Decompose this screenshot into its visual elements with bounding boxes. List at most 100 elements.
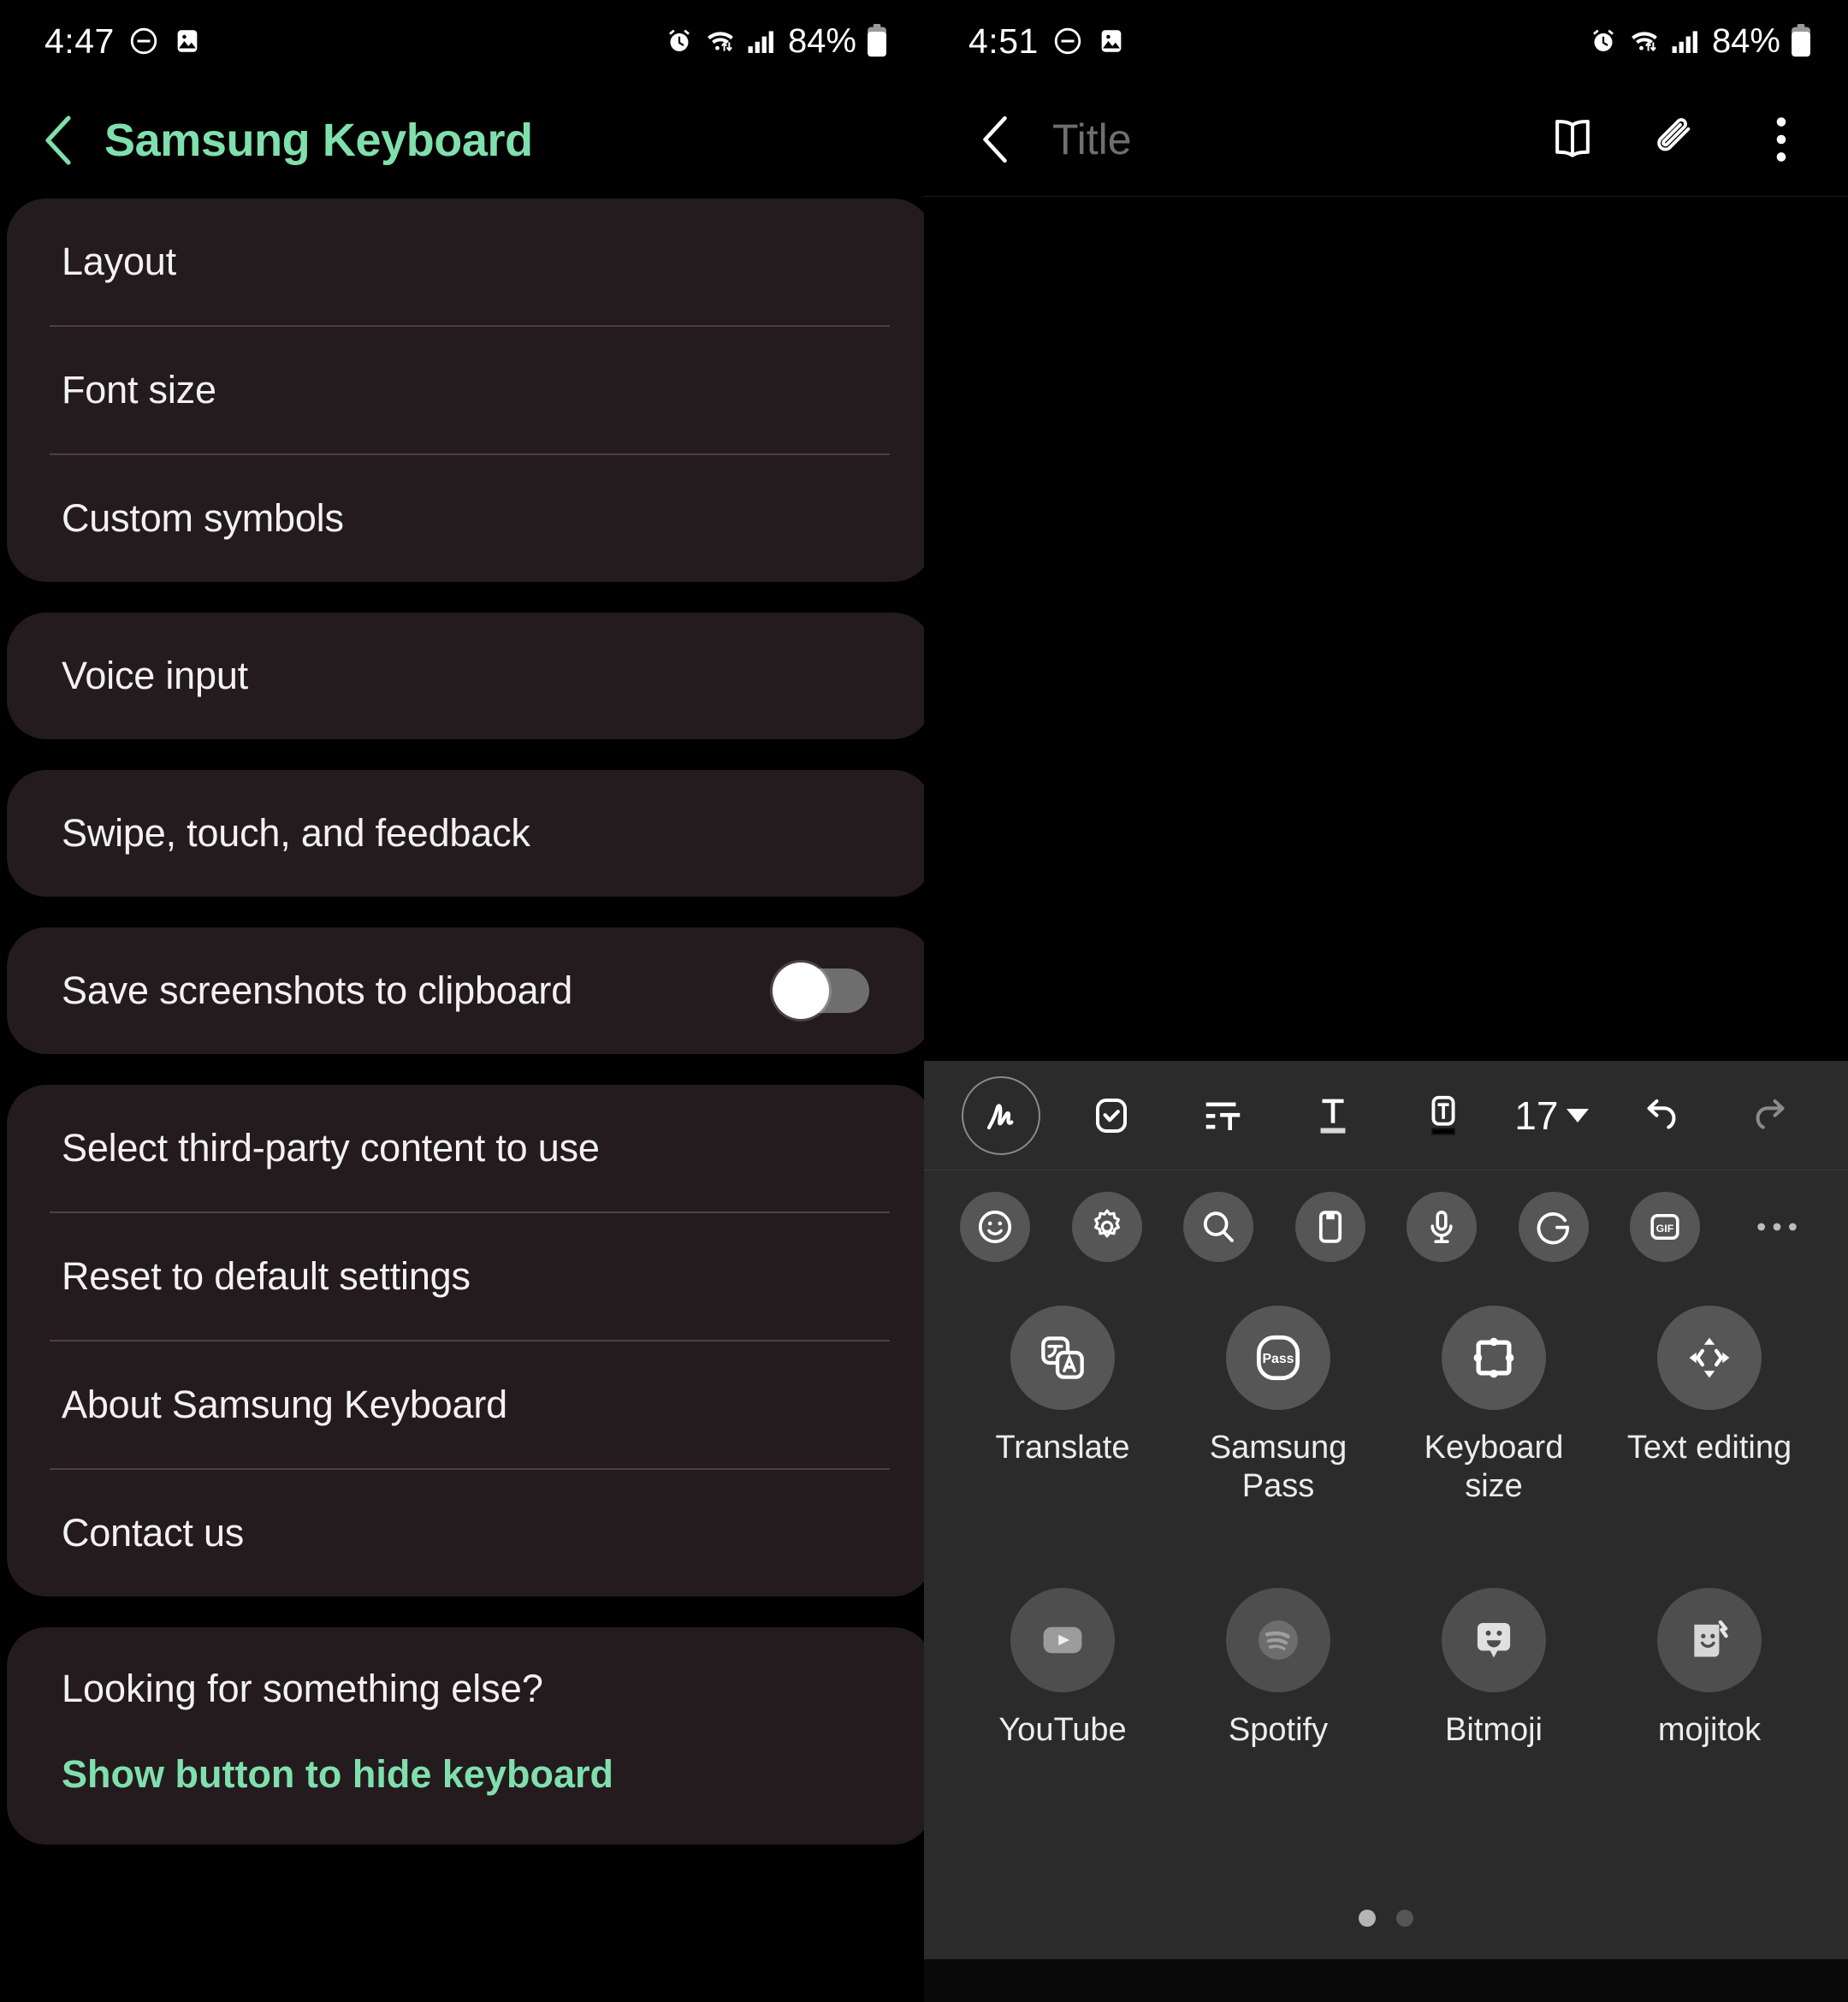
status-bar-right-group: 84%: [665, 22, 888, 61]
youtube-icon: [1010, 1587, 1115, 1692]
save-screenshots-toggle[interactable]: [773, 962, 869, 1019]
settings-row-font-size[interactable]: Font size: [7, 327, 924, 453]
do-not-disturb-icon: [1052, 26, 1083, 56]
clipboard-icon[interactable]: [1294, 1192, 1365, 1262]
settings-row-about[interactable]: About Samsung Keyboard: [7, 1342, 924, 1468]
settings-row-label: About Samsung Keyboard: [62, 1383, 507, 1426]
image-icon: [1097, 27, 1126, 56]
status-bar-right: 4:51 84%: [924, 0, 1848, 82]
settings-row-contact-us[interactable]: Contact us: [7, 1470, 924, 1596]
app-text-editing[interactable]: Text editing: [1607, 1306, 1812, 1506]
settings-row-custom-symbols[interactable]: Custom symbols: [7, 455, 924, 582]
settings-footer-card: Looking for something else? Show button …: [7, 1627, 924, 1845]
settings-row-save-screenshots[interactable]: Save screenshots to clipboard: [7, 927, 924, 1054]
mojitok-icon: [1657, 1587, 1762, 1692]
settings-row-reset-defaults[interactable]: Reset to default settings: [7, 1213, 924, 1340]
page-dot-1[interactable]: [1359, 1910, 1376, 1927]
notes-app-bar: Title: [924, 82, 1848, 197]
samsung-pass-icon: Pass: [1226, 1306, 1330, 1410]
gif-icon[interactable]: GIF: [1630, 1192, 1701, 1262]
keyboard-settings-icon[interactable]: [1071, 1192, 1142, 1262]
status-time: 4:47: [44, 21, 115, 61]
app-mojitok[interactable]: mojitok: [1607, 1587, 1812, 1750]
text-style-icon[interactable]: [1294, 1076, 1372, 1155]
app-label: Translate: [995, 1430, 1130, 1466]
settings-row-voice-input[interactable]: Voice input: [7, 613, 924, 739]
wifi-icon: [703, 27, 737, 56]
svg-text:GIF: GIF: [1656, 1223, 1674, 1235]
note-title-input[interactable]: Title: [1052, 115, 1547, 164]
settings-row-label: Swipe, touch, and feedback: [62, 811, 530, 855]
font-size-value: 17: [1514, 1093, 1559, 1138]
image-icon: [173, 27, 202, 56]
footer-question: Looking for something else?: [62, 1667, 543, 1710]
app-keyboard-size[interactable]: Keyboard size: [1391, 1306, 1596, 1506]
settings-row-label: Save screenshots to clipboard: [62, 968, 573, 1012]
settings-row-label: Custom symbols: [62, 496, 344, 540]
app-label: Keyboard size: [1424, 1430, 1564, 1504]
settings-row-label: Reset to default settings: [62, 1254, 471, 1298]
redo-button[interactable]: [1732, 1076, 1810, 1155]
app-spotify[interactable]: Spotify: [1176, 1587, 1381, 1750]
translate-icon: [1010, 1306, 1115, 1410]
page-dot-2[interactable]: [1396, 1910, 1413, 1927]
app-translate[interactable]: Translate: [960, 1306, 1165, 1506]
dual-screenshot: 4:47 84% Samsung Keyboard Layout Font si…: [0, 0, 1848, 2002]
paragraph-format-icon[interactable]: [1183, 1076, 1262, 1155]
samsung-keyboard-settings-panel: 4:47 84% Samsung Keyboard Layout Font si…: [0, 0, 924, 2002]
settings-row-label: Font size: [62, 368, 216, 412]
keyboard-app-row-2: YouTube Spotify Bitmoji mojitok: [924, 1587, 1848, 1750]
keyboard-size-icon: [1442, 1306, 1546, 1410]
keyboard-extension-panel: 17 GIF Translate Pass Samsung Pass Keybo…: [924, 1061, 1848, 1959]
search-icon[interactable]: [1183, 1192, 1254, 1262]
settings-card-list: Layout Font size Custom symbols Voice in…: [0, 198, 924, 1845]
app-bitmoji[interactable]: Bitmoji: [1391, 1587, 1596, 1750]
settings-row-label: Contact us: [62, 1511, 245, 1555]
more-options-icon[interactable]: [1756, 114, 1807, 165]
handwriting-icon[interactable]: [962, 1075, 1040, 1155]
grammarly-icon[interactable]: [1518, 1192, 1589, 1262]
bitmoji-icon: [1442, 1587, 1546, 1692]
chevron-down-icon: [1567, 1108, 1590, 1122]
back-chevron-icon[interactable]: [958, 115, 1032, 164]
settings-row-label: Voice input: [62, 654, 248, 697]
app-label: Text editing: [1626, 1430, 1792, 1466]
status-bar-right-group: 84%: [1589, 22, 1812, 61]
page-indicator[interactable]: [924, 1877, 1848, 1959]
undo-button[interactable]: [1621, 1076, 1700, 1155]
checklist-icon[interactable]: [1072, 1076, 1151, 1155]
more-icon[interactable]: [1742, 1192, 1812, 1262]
keyboard-app-row-1: Translate Pass Samsung Pass Keyboard siz…: [924, 1306, 1848, 1506]
back-chevron-icon[interactable]: [39, 115, 77, 166]
settings-row-layout[interactable]: Layout: [7, 198, 924, 325]
settings-row-third-party-content[interactable]: Select third-party content to use: [7, 1085, 924, 1211]
toggle-knob: [773, 962, 829, 1019]
text-box-icon[interactable]: [1404, 1076, 1483, 1155]
note-format-toolbar: 17: [924, 1061, 1848, 1170]
note-body-editor[interactable]: [924, 197, 1848, 1061]
reading-mode-icon[interactable]: [1547, 114, 1598, 165]
settings-row-label: Layout: [62, 240, 176, 283]
samsung-notes-panel: 4:51 84% Title 17 GIF Translate Pass Sam…: [924, 0, 1848, 2002]
status-bar-left-group: 4:51: [968, 21, 1126, 62]
settings-group-misc: Select third-party content to use Reset …: [7, 1085, 924, 1596]
show-hide-keyboard-link[interactable]: Show button to hide keyboard: [62, 1752, 878, 1797]
settings-group-clipboard: Save screenshots to clipboard: [7, 927, 924, 1054]
microphone-icon[interactable]: [1407, 1192, 1478, 1262]
keyboard-quick-icon-row: GIF: [924, 1170, 1848, 1283]
emoji-icon[interactable]: [960, 1192, 1030, 1262]
spotify-icon: [1226, 1587, 1330, 1692]
app-youtube[interactable]: YouTube: [960, 1587, 1165, 1750]
app-label: mojitok: [1657, 1711, 1762, 1748]
app-samsung-pass[interactable]: Pass Samsung Pass: [1176, 1306, 1381, 1506]
font-size-selector[interactable]: 17: [1514, 1093, 1590, 1139]
app-label: Samsung Pass: [1209, 1430, 1348, 1504]
settings-row-swipe-touch-feedback[interactable]: Swipe, touch, and feedback: [7, 770, 924, 897]
attachment-icon[interactable]: [1651, 114, 1703, 165]
alarm-icon: [665, 27, 694, 56]
signal-icon: [747, 27, 776, 55]
status-bar-left-group: 4:47: [44, 21, 202, 62]
alarm-icon: [1589, 27, 1618, 56]
keyboard-bottom-bar: [924, 1959, 1848, 2002]
appbar-actions: [1547, 114, 1807, 165]
